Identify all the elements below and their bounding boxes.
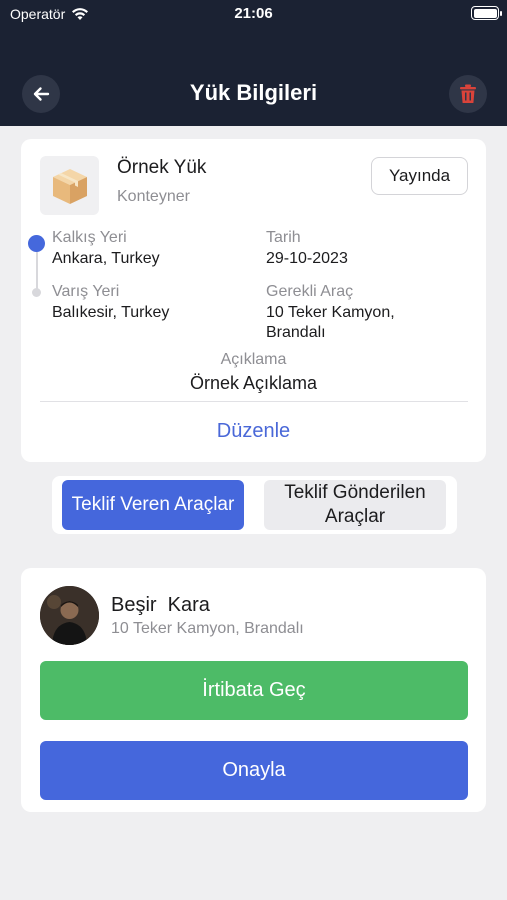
- package-icon: [52, 168, 87, 204]
- clock: 21:06: [234, 5, 273, 22]
- tab-offering-vehicles[interactable]: Teklif Veren Araçlar: [62, 480, 244, 530]
- divider: [40, 401, 468, 402]
- vehicle-value: 10 Teker Kamyon, Brandalı: [266, 304, 395, 341]
- driver-vehicle: 10 Teker Kamyon, Brandalı: [111, 620, 304, 637]
- load-type: Konteyner: [117, 188, 190, 205]
- edit-button[interactable]: Düzenle: [21, 420, 486, 443]
- departure-value: Ankara, Turkey: [52, 250, 160, 267]
- status-bar: Operatör 21:06: [0, 0, 507, 28]
- load-card: Örnek Yük Konteyner Yayında Kalkış Yeri …: [21, 139, 486, 462]
- approve-button[interactable]: Onayla: [40, 741, 468, 800]
- driver-name: Beşir Kara: [111, 594, 210, 616]
- route-start-dot: [28, 235, 45, 252]
- vehicle-label: Gerekli Araç: [266, 283, 354, 300]
- tab-offered-vehicles[interactable]: Teklif Gönderilen Araçlar: [264, 480, 446, 530]
- description-label: Açıklama: [220, 351, 287, 368]
- status-badge[interactable]: Yayında: [371, 157, 468, 195]
- route-line: [36, 252, 38, 290]
- offer-card: Beşir Kara 10 Teker Kamyon, Brandalı İrt…: [21, 568, 486, 812]
- app-header: Operatör 21:06 Yük Bilgileri: [0, 0, 507, 126]
- load-thumbnail: [40, 156, 99, 215]
- date-label: Tarih: [266, 229, 301, 246]
- route-end-dot: [32, 288, 41, 297]
- battery-icon: [471, 6, 502, 20]
- description-value: Örnek Açıklama: [189, 373, 318, 393]
- offer-tabs: Teklif Veren Araçlar Teklif Gönderilen A…: [52, 476, 457, 534]
- arrival-label: Varış Yeri: [52, 283, 120, 300]
- date-value: 29-10-2023: [266, 250, 348, 267]
- driver-photo: [40, 586, 99, 645]
- delete-button[interactable]: [449, 75, 487, 113]
- trash-icon: [460, 84, 476, 103]
- contact-button[interactable]: İrtibata Geç: [40, 661, 468, 720]
- load-name: Örnek Yük: [117, 157, 207, 178]
- avatar: [40, 586, 99, 645]
- page-title: Yük Bilgileri: [189, 80, 318, 105]
- arrival-value: Balıkesir, Turkey: [52, 304, 170, 321]
- departure-label: Kalkış Yeri: [52, 229, 127, 246]
